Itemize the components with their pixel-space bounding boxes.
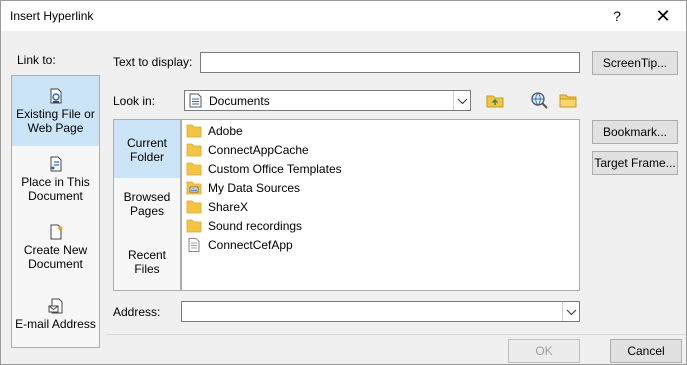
close-button[interactable]: ✕ [651,4,675,28]
link-to-create-new-document-label: Create New Document [23,243,88,271]
file-list-item[interactable]: ConnectCefApp [186,236,293,254]
look-in-label: Look in: [113,94,156,108]
divider [106,334,686,335]
title-bar: Insert Hyperlink ? ✕ [1,1,686,31]
chevron-down-icon [457,98,468,105]
email-icon [48,298,62,314]
link-to-existing-file[interactable]: Existing File or Web Page [12,76,99,146]
link-to-create-new-document[interactable]: Create New Document [12,224,99,284]
new-document-icon [50,224,63,240]
file-name: ConnectAppCache [208,143,309,157]
look-in-combo[interactable]: Documents [184,90,471,111]
folder-icon [186,143,202,157]
folder-icon [186,200,202,214]
file-list-item[interactable]: ShareX [186,198,248,216]
link-to-place-in-document-label: Place in This Document [21,175,90,203]
insert-hyperlink-dialog: Insert Hyperlink ? ✕ Link to: Existing F… [0,0,687,365]
look-in-value: Documents [209,94,270,108]
data-folder-icon [186,181,202,195]
target-frame-button[interactable]: Target Frame... [592,151,678,175]
link-to-panel: Existing File or Web Page Place in This … [11,75,100,348]
link-to-email-address-label: E-mail Address [15,317,96,331]
screentip-button[interactable]: ScreenTip... [592,51,678,75]
file-list-item[interactable]: Adobe [186,122,243,140]
current-folder-tab[interactable]: Current Folder [114,120,180,178]
address-combo[interactable] [181,301,580,322]
file-name: ConnectCefApp [208,238,293,252]
help-button[interactable]: ? [607,6,627,26]
address-label: Address: [113,305,161,319]
link-to-email-address[interactable]: E-mail Address [12,298,99,348]
file-list[interactable]: Adobe ConnectAppCache Custom Office Temp… [181,119,580,291]
file-name: Sound recordings [208,219,303,233]
file-icon [188,238,200,252]
file-list-item[interactable]: Custom Office Templates [186,160,342,178]
documents-icon [189,93,202,108]
up-one-folder-icon[interactable] [485,90,505,110]
link-to-existing-file-label: Existing File or Web Page [16,107,95,135]
link-to-place-in-document[interactable]: Place in This Document [12,156,99,216]
look-in-dropdown-button[interactable] [453,91,470,110]
dialog-title: Insert Hyperlink [10,9,94,23]
recent-files-tab[interactable]: Recent Files [114,248,180,288]
ok-button[interactable]: OK [508,339,580,363]
file-list-item[interactable]: My Data Sources [186,179,300,197]
text-to-display-label: Text to display: [113,55,193,69]
file-list-item[interactable]: Sound recordings [186,217,302,235]
folder-icon [186,219,202,233]
address-dropdown-button[interactable] [562,302,579,321]
browse-panel: Current Folder Browsed Pages Recent File… [113,119,181,291]
existing-file-icon [50,88,61,104]
file-name: Adobe [208,124,243,138]
file-name: ShareX [208,200,249,214]
chevron-down-icon [566,309,577,316]
folder-icon [186,124,202,138]
place-in-document-icon [50,156,61,172]
browse-web-icon[interactable] [529,90,549,110]
bookmark-button[interactable]: Bookmark... [592,120,678,144]
cancel-button[interactable]: Cancel [610,339,682,363]
file-name: My Data Sources [208,181,301,195]
browse-file-icon[interactable] [558,90,578,110]
folder-icon [186,162,202,176]
browsed-pages-tab[interactable]: Browsed Pages [114,190,180,230]
file-list-item[interactable]: ConnectAppCache [186,141,309,159]
link-to-label: Link to: [17,53,56,67]
file-name: Custom Office Templates [208,162,342,176]
text-to-display-input[interactable] [200,52,580,73]
